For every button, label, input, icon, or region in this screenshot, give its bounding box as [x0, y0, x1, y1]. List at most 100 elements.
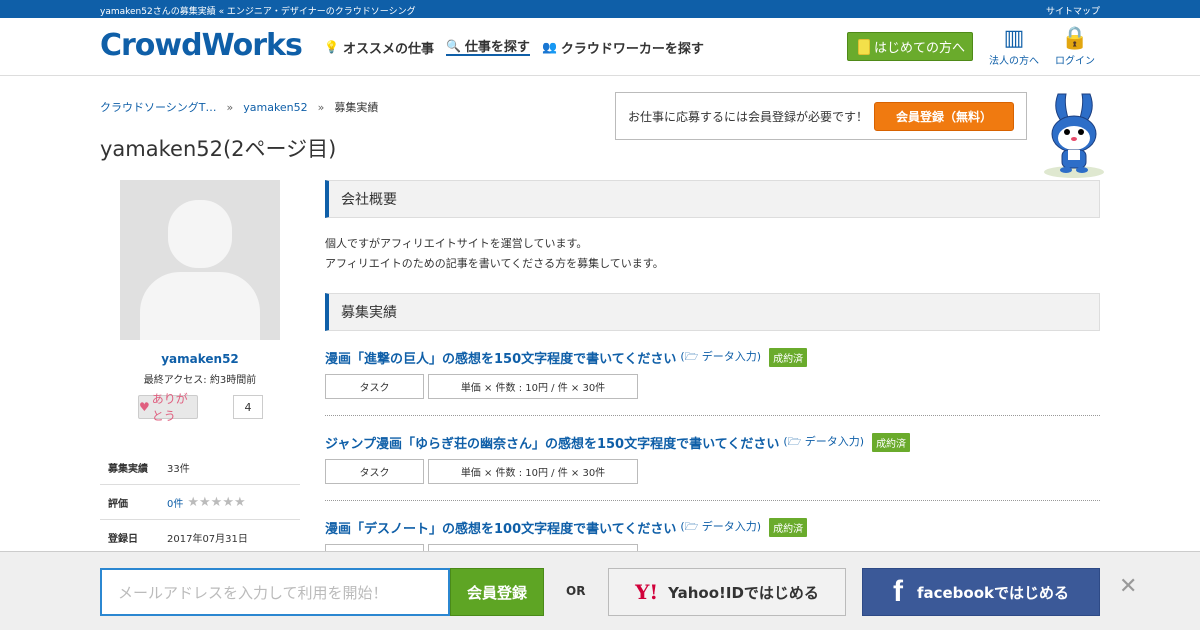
category-link[interactable]: (🗁 データ入力)	[680, 518, 761, 537]
login-link[interactable]: 🔒 ログイン	[1055, 26, 1095, 67]
breadcrumb-separator: »	[226, 100, 234, 114]
close-icon[interactable]: ✕	[1119, 574, 1137, 599]
job-price-tag: 単価 × 件数 : 10円 / 件 × 30件	[428, 374, 638, 399]
status-badge: 成約済	[769, 348, 808, 367]
folder-icon: 🗁	[684, 520, 699, 533]
breadcrumb-item-home[interactable]: クラウドソーシングT…	[100, 99, 217, 115]
stat-row-registered: 登録日 2017年07月31日	[100, 520, 300, 555]
list-item: ジャンプ漫画「ゆらぎ荘の幽奈さん」の感想を150文字程度で書いてください (🗁 …	[325, 416, 1100, 501]
register-button[interactable]: 会員登録	[450, 568, 544, 616]
thanks-count: 4	[233, 395, 263, 419]
stat-value: 2017年07月31日	[167, 533, 248, 545]
profile-username[interactable]: yamaken52	[100, 352, 300, 366]
avatar-head	[168, 200, 232, 268]
login-label: ログイン	[1055, 56, 1095, 67]
category-label: データ入力	[701, 350, 757, 363]
stat-key: 登録日	[108, 533, 138, 545]
signup-bar: メールアドレスを入力して利用を開始！ 会員登録 OR Y! Yahoo!IDでは…	[0, 551, 1200, 630]
status-badge: 成約済	[872, 433, 911, 452]
rating-count-link[interactable]: 0件	[167, 495, 183, 510]
job-title-row: 漫画「進撃の巨人」の感想を150文字程度で書いてください (🗁 データ入力) 成…	[325, 348, 1100, 367]
breadcrumb: クラウドソーシングT… » yamaken52 » 募集実績	[100, 99, 378, 115]
stat-value: 33件	[167, 463, 190, 475]
nav-label: オススメの仕事	[342, 41, 434, 57]
job-title-link[interactable]: 漫画「進撃の巨人」の感想を150文字程度で書いてください	[325, 348, 676, 367]
breadcrumb-item-user[interactable]: yamaken52	[243, 101, 307, 114]
nav-find-jobs[interactable]: 🔍 仕事を探す	[445, 38, 530, 56]
job-list: 漫画「進撃の巨人」の感想を150文字程度で書いてください (🗁 データ入力) 成…	[325, 331, 1100, 586]
avatar	[120, 180, 280, 340]
job-title-row: 漫画「デスノート」の感想を100文字程度で書いてください (🗁 データ入力) 成…	[325, 518, 1100, 537]
email-field[interactable]: メールアドレスを入力して利用を開始！	[100, 568, 450, 616]
job-tags: タスク 単価 × 件数 : 10円 / 件 × 30件	[325, 459, 638, 484]
list-item: 漫画「進撃の巨人」の感想を150文字程度で書いてください (🗁 データ入力) 成…	[325, 331, 1100, 416]
category-link[interactable]: (🗁 データ入力)	[783, 433, 864, 452]
status-badge: 成約済	[769, 518, 808, 537]
stat-row-jobs-posted: 募集実績 33件	[100, 450, 300, 485]
beginner-label: はじめての方へ	[874, 41, 966, 56]
job-price-tag: 単価 × 件数 : 10円 / 件 × 30件	[428, 459, 638, 484]
job-title-row: ジャンプ漫画「ゆらぎ荘の幽奈さん」の感想を150文字程度で書いてください (🗁 …	[325, 433, 1100, 452]
stat-value-wrap: 0件 ★★★★★	[167, 495, 246, 510]
nav-label: クラウドワーカーを探す	[560, 41, 704, 57]
job-type-tag: タスク	[325, 459, 424, 484]
signup-callout: お仕事に応募するには会員登録が必要です！ 会員登録（無料）	[615, 92, 1027, 140]
nav-recommended-jobs[interactable]: 💡 オススメの仕事	[324, 38, 434, 57]
corporate-label: 法人の方へ	[989, 56, 1039, 67]
folder-icon: 🗁	[787, 435, 802, 448]
thanks-button[interactable]: ♥ ありがとう	[138, 392, 198, 423]
lightbulb-icon: 💡	[324, 40, 339, 54]
category-label: データ入力	[804, 435, 860, 448]
beginner-leaf-icon	[858, 38, 870, 55]
sitemap-link[interactable]: サイトマップ	[1046, 4, 1100, 17]
search-icon: 🔍	[445, 38, 461, 53]
category-label: データ入力	[701, 520, 757, 533]
facebook-login-button[interactable]: f facebookではじめる	[862, 568, 1100, 616]
profile-stats: 募集実績 33件 評価 0件 ★★★★★ 登録日 2017年07月31日	[100, 450, 300, 555]
beginner-button[interactable]: はじめての方へ	[847, 32, 973, 61]
job-type-tag: タスク	[325, 374, 424, 399]
nav-find-workers[interactable]: 👥 クラウドワーカーを探す	[541, 38, 704, 57]
building-icon: ▥	[1003, 26, 1025, 51]
breadcrumb-separator: »	[317, 100, 325, 114]
yahoo-icon: Y!	[635, 580, 659, 604]
last-access-text: 最終アクセス: 約3時間前	[143, 375, 257, 386]
company-heading: 会社概要	[325, 180, 1100, 218]
site-header: CrowdWorks 💡 オススメの仕事 🔍 仕事を探す 👥 クラウドワーカーを…	[0, 18, 1200, 76]
callout-text: お仕事に応募するには会員登録が必要です！	[628, 109, 869, 124]
top-info-bar: yamaken52さんの募集実績 « エンジニア・デザイナーのクラウドソーシング…	[0, 0, 1200, 18]
mascot-image	[1044, 93, 1104, 178]
yahoo-label: Yahoo!IDではじめる	[668, 583, 819, 602]
folder-icon: 🗁	[684, 350, 699, 363]
main-nav: 💡 オススメの仕事 🔍 仕事を探す 👥 クラウドワーカーを探す	[324, 38, 704, 57]
job-title-link[interactable]: ジャンプ漫画「ゆらぎ荘の幽奈さん」の感想を150文字程度で書いてください	[325, 433, 779, 452]
description-line: 個人ですがアフィリエイトサイトを運営しています。	[325, 237, 588, 250]
job-tags: タスク 単価 × 件数 : 10円 / 件 × 30件	[325, 374, 638, 399]
stat-row-rating: 評価 0件 ★★★★★	[100, 485, 300, 520]
crowdworks-logo[interactable]: CrowdWorks	[100, 28, 303, 63]
or-divider: OR	[566, 584, 586, 598]
people-icon: 👥	[541, 40, 557, 54]
site-tagline: yamaken52さんの募集実績 « エンジニア・デザイナーのクラウドソーシング	[100, 7, 416, 17]
facebook-label: facebookではじめる	[916, 583, 1070, 602]
jobs-heading: 募集実績	[325, 293, 1100, 331]
thanks-label: ありがとう	[151, 392, 188, 423]
facebook-icon: f	[892, 575, 903, 608]
register-free-button[interactable]: 会員登録（無料）	[874, 101, 1015, 131]
page-title: yamaken52(2ページ目)	[100, 137, 337, 161]
heart-icon: ♥	[139, 400, 150, 414]
yahoo-login-button[interactable]: Y! Yahoo!IDではじめる	[608, 568, 846, 616]
breadcrumb-item-current: 募集実績	[334, 101, 379, 114]
stat-key: 募集実績	[108, 463, 148, 475]
job-title-link[interactable]: 漫画「デスノート」の感想を100文字程度で書いてください	[325, 518, 676, 537]
company-description: 個人ですがアフィリエイトサイトを運営しています。 アフィリエイトのための記事を書…	[325, 234, 1100, 274]
nav-label: 仕事を探す	[464, 40, 530, 55]
lock-icon: 🔒	[1061, 26, 1089, 51]
avatar-body	[140, 272, 260, 340]
category-link[interactable]: (🗁 データ入力)	[680, 348, 761, 367]
main-content: 会社概要 個人ですがアフィリエイトサイトを運営しています。 アフィリエイトのため…	[325, 180, 1100, 586]
corporate-link[interactable]: ▥ 法人の方へ	[989, 26, 1039, 67]
description-line: アフィリエイトのための記事を書いてくださる方を募集しています。	[325, 257, 664, 270]
stat-key: 評価	[108, 498, 128, 510]
rating-stars-icon: ★★★★★	[187, 494, 246, 510]
